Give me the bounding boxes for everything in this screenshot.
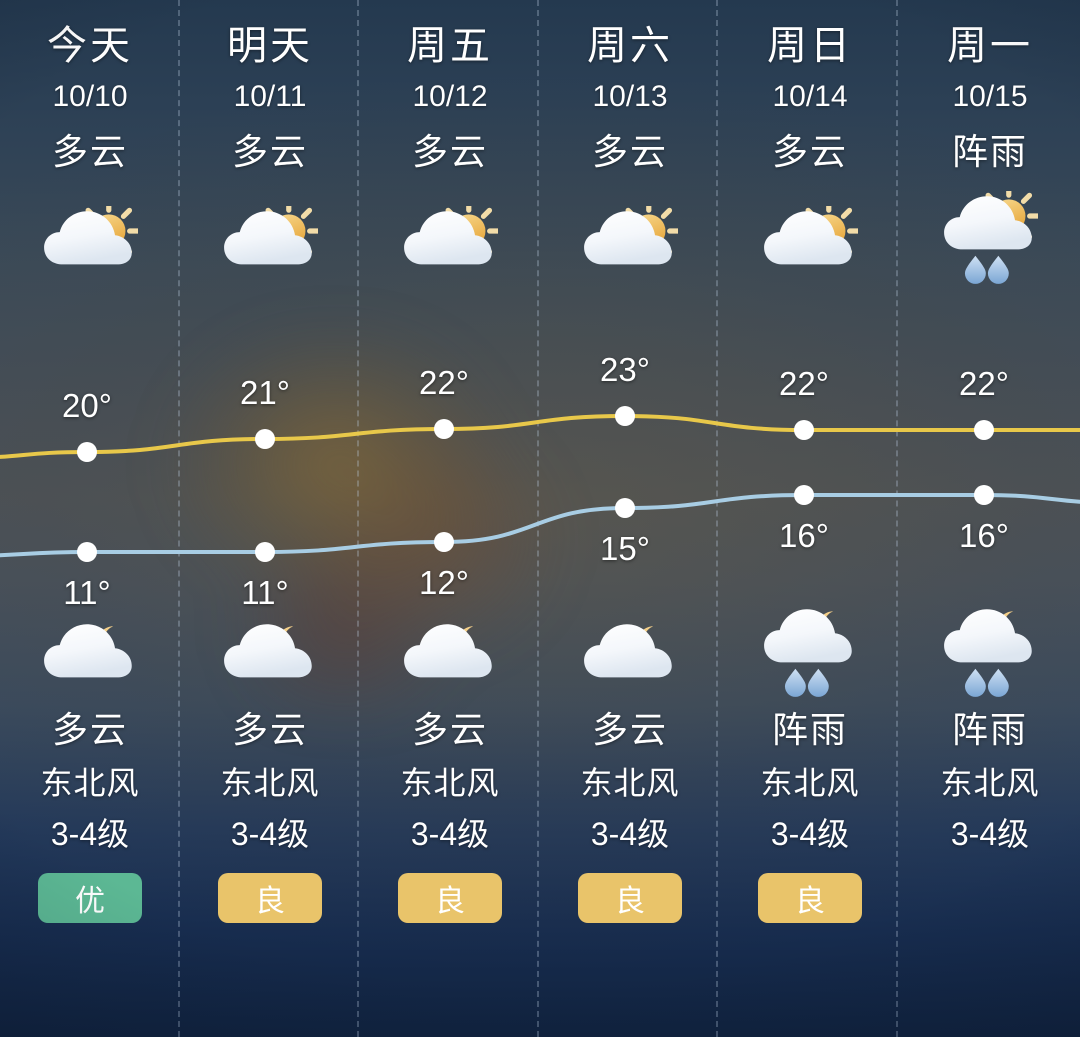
forecast-day-column[interactable]: 周五 10/12 多云 多云 东北风 3-4级良 — [360, 0, 540, 1037]
wind-level: 3-4级 — [50, 816, 130, 852]
day-date: 10/10 — [52, 80, 128, 113]
day-date: 10/12 — [412, 80, 488, 113]
night-condition: 多云 — [231, 709, 308, 750]
low-temperature-label: 12° — [419, 564, 469, 601]
low-temperature-label: 11° — [63, 574, 111, 611]
wind-level: 3-4级 — [590, 816, 670, 852]
night-condition: 阵雨 — [771, 709, 848, 750]
day-condition: 多云 — [231, 131, 308, 172]
air-quality-slot: 良 — [218, 872, 322, 924]
air-quality-badge[interactable]: 良 — [398, 873, 502, 923]
air-quality-badge[interactable]: 良 — [218, 873, 322, 923]
day-name: 周五 — [407, 24, 493, 68]
air-quality-slot: 良 — [398, 872, 502, 924]
air-quality-slot: 优 — [38, 872, 142, 924]
day-date: 10/15 — [952, 80, 1028, 113]
wind-level: 3-4级 — [950, 816, 1030, 852]
wind-level: 3-4级 — [230, 816, 310, 852]
low-temperature-label: 16° — [959, 517, 1009, 554]
high-temperature-label: 21° — [240, 374, 290, 411]
weather-forecast-panel: 今天 10/10 多云 多云 东北风 3-4级优明天 10/11 多云 多云 东北风 3-4级良周五… — [0, 0, 1080, 1037]
night-condition: 多云 — [591, 709, 668, 750]
sun-cloud-icon — [582, 196, 678, 282]
high-temperature-label: 22° — [419, 364, 469, 401]
moon-cloud-rain-icon — [762, 606, 858, 698]
forecast-day-column[interactable]: 今天 10/10 多云 多云 东北风 3-4级优 — [0, 0, 180, 1037]
sun-cloud-icon — [42, 196, 138, 282]
day-condition: 阵雨 — [951, 131, 1028, 172]
sun-cloud-rain-icon — [942, 191, 1038, 284]
forecast-day-column[interactable]: 明天 10/11 多云 多云 东北风 3-4级良 — [180, 0, 360, 1037]
air-quality-slot: 良 — [758, 872, 862, 924]
day-date: 10/13 — [592, 80, 668, 113]
moon-cloud-icon — [582, 606, 678, 698]
day-date: 10/14 — [772, 80, 848, 113]
forecast-day-column[interactable]: 周六 10/13 多云 多云 东北风 3-4级良 — [540, 0, 720, 1037]
moon-cloud-icon — [402, 606, 498, 698]
moon-cloud-rain-icon — [942, 606, 1038, 698]
low-temperature-label: 11° — [241, 574, 289, 611]
wind-direction: 东北风 — [220, 765, 320, 801]
sun-cloud-icon — [402, 196, 498, 282]
wind-direction: 东北风 — [40, 765, 140, 801]
moon-cloud-icon — [222, 606, 318, 698]
forecast-columns: 今天 10/10 多云 多云 东北风 3-4级优明天 10/11 多云 多云 东北风 3-4级良周五… — [0, 0, 1080, 1037]
wind-direction: 东北风 — [940, 765, 1040, 801]
high-temperature-label: 22° — [779, 365, 829, 402]
day-condition: 多云 — [591, 131, 668, 172]
day-name: 今天 — [47, 24, 133, 68]
sun-cloud-icon — [762, 196, 858, 282]
day-name: 明天 — [227, 24, 313, 68]
air-quality-badge[interactable]: 优 — [38, 873, 142, 923]
sun-cloud-icon — [222, 196, 318, 282]
high-temperature-label: 22° — [959, 365, 1009, 402]
night-condition: 阵雨 — [951, 709, 1028, 750]
wind-level: 3-4级 — [770, 816, 850, 852]
high-temperature-label: 20° — [62, 387, 112, 424]
night-condition: 多云 — [51, 709, 128, 750]
day-name: 周六 — [587, 24, 673, 68]
day-date: 10/11 — [233, 80, 307, 113]
day-condition: 多云 — [51, 131, 128, 172]
low-temperature-label: 16° — [779, 517, 829, 554]
wind-level: 3-4级 — [410, 816, 490, 852]
wind-direction: 东北风 — [580, 765, 680, 801]
air-quality-slot: 良 — [578, 872, 682, 924]
air-quality-badge[interactable]: 良 — [578, 873, 682, 923]
day-condition: 多云 — [771, 131, 848, 172]
high-temperature-label: 23° — [600, 351, 650, 388]
low-temperature-label: 15° — [600, 530, 650, 567]
day-name: 周日 — [767, 24, 853, 68]
air-quality-badge[interactable]: 良 — [758, 873, 862, 923]
day-condition: 多云 — [411, 131, 488, 172]
wind-direction: 东北风 — [760, 765, 860, 801]
day-name: 周一 — [947, 24, 1033, 68]
wind-direction: 东北风 — [400, 765, 500, 801]
moon-cloud-icon — [42, 606, 138, 698]
night-condition: 多云 — [411, 709, 488, 750]
